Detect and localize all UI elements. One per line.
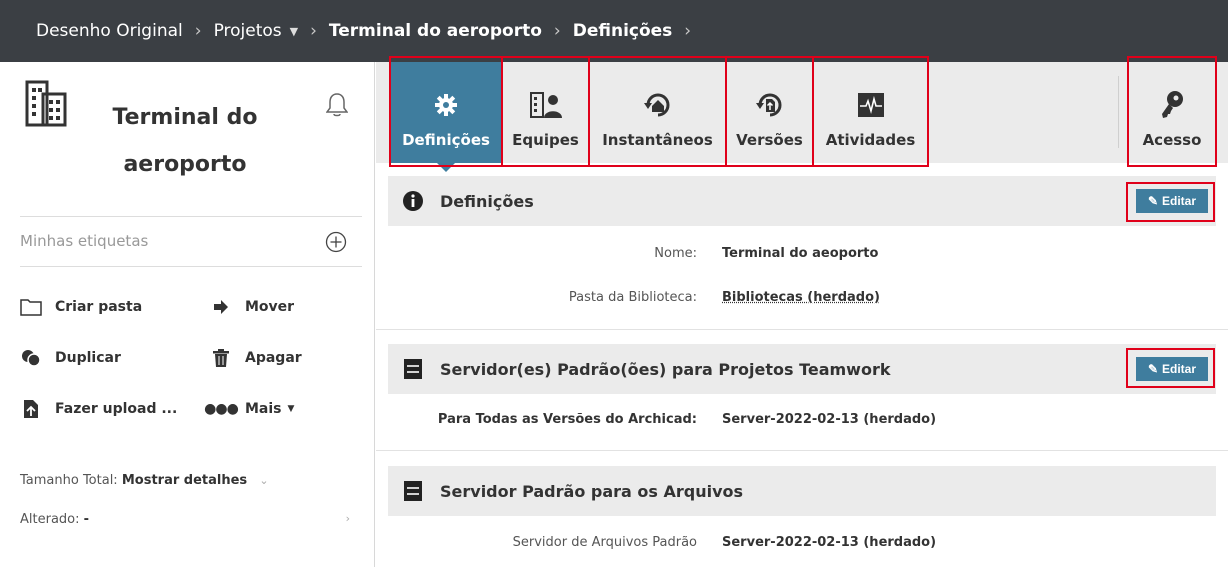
- tab-teams[interactable]: Equipes: [503, 62, 588, 163]
- tags-input[interactable]: Minhas etiquetas: [20, 232, 148, 250]
- delete-label: Apagar: [245, 350, 302, 366]
- servers-section-header: Servidor(es) Padrão(ões) para Projetos T…: [388, 344, 1216, 394]
- edit-label: Editar: [1162, 194, 1197, 208]
- tab-versions-label: Versões: [736, 131, 803, 149]
- chevron-right-icon: ›: [194, 21, 202, 41]
- more-button[interactable]: ●●● Mais ▼: [204, 398, 295, 420]
- server-icon: [402, 359, 424, 379]
- delete-button[interactable]: Apagar: [210, 347, 302, 369]
- edit-settings-button[interactable]: ✎ Editar: [1136, 189, 1208, 213]
- create-folder-button[interactable]: Criar pasta: [20, 296, 142, 318]
- all-versions-value: Server-2022-02-13 (herdado): [722, 412, 937, 427]
- file-server-section-header: Servidor Padrão para os Arquivos: [388, 466, 1216, 516]
- key-icon: [1159, 89, 1185, 121]
- divider: [20, 266, 362, 267]
- edit-servers-button[interactable]: ✎ Editar: [1136, 357, 1208, 381]
- breadcrumb: Desenho Original › Projetos ▼ › Terminal…: [0, 0, 1228, 62]
- snapshot-history-icon: [643, 89, 673, 121]
- tab-access-label: Acesso: [1142, 131, 1202, 149]
- changed-label: Alterado:: [20, 512, 80, 527]
- edit-label: Editar: [1162, 362, 1197, 376]
- tab-versions[interactable]: Versões: [727, 62, 812, 163]
- servers-section-title: Servidor(es) Padrão(ões) para Projetos T…: [440, 359, 891, 379]
- name-value: Terminal do aeoporto: [722, 246, 879, 261]
- add-tag-icon[interactable]: [325, 231, 347, 257]
- chevron-right-icon: ›: [345, 512, 350, 525]
- tab-snapshots[interactable]: Instantâneos: [590, 62, 725, 163]
- settings-section-title: Definições: [440, 191, 534, 211]
- duplicate-button[interactable]: Duplicar: [20, 347, 121, 369]
- project-title-line2: aeroporto: [123, 152, 247, 177]
- more-label: Mais: [245, 401, 282, 417]
- breadcrumb-item-projects[interactable]: Projetos: [214, 21, 282, 41]
- library-value-link[interactable]: Bibliotecas (herdado): [722, 290, 880, 305]
- default-file-server-value: Server-2022-02-13 (herdado): [722, 535, 937, 550]
- upload-label: Fazer upload ...: [55, 401, 178, 417]
- bell-icon[interactable]: [325, 92, 349, 122]
- divider: [376, 450, 1228, 451]
- project-title-line1: Terminal do: [112, 105, 258, 130]
- name-label: Nome:: [654, 246, 697, 261]
- server-icon: [402, 481, 424, 501]
- pencil-icon: ✎: [1147, 194, 1159, 208]
- changed-value: -: [83, 512, 90, 527]
- caret-down-icon: ▼: [287, 404, 295, 414]
- show-details-link[interactable]: Mostrar detalhes: [122, 473, 247, 488]
- upload-button[interactable]: Fazer upload ...: [20, 398, 177, 420]
- tab-activities[interactable]: Atividades: [814, 62, 927, 163]
- move-button[interactable]: Mover: [210, 296, 294, 318]
- arrow-right-icon: [210, 296, 232, 318]
- info-icon: [402, 191, 424, 211]
- file-server-section-title: Servidor Padrão para os Arquivos: [440, 481, 744, 501]
- tab-settings[interactable]: Definições: [391, 62, 501, 172]
- default-file-server-label: Servidor de Arquivos Padrão: [512, 535, 697, 550]
- caret-down-icon[interactable]: ▼: [290, 25, 298, 38]
- move-label: Mover: [245, 299, 295, 315]
- breadcrumb-item-settings: Definições: [572, 21, 673, 41]
- chevron-down-icon[interactable]: ⌄: [259, 474, 268, 487]
- duplicate-icon: [20, 347, 42, 369]
- chevron-right-icon: ›: [553, 21, 561, 41]
- tab-settings-label: Definições: [402, 131, 490, 149]
- folder-icon: [20, 296, 42, 318]
- tab-access[interactable]: Acesso: [1130, 62, 1214, 163]
- pencil-icon: ✎: [1147, 362, 1159, 376]
- team-building-icon: [529, 89, 563, 121]
- all-versions-label: Para Todas as Versões do Archicad:: [437, 412, 697, 427]
- tab-teams-label: Equipes: [512, 131, 579, 149]
- divider: [376, 329, 1228, 330]
- more-dots-icon: ●●●: [204, 401, 239, 417]
- breadcrumb-item-original[interactable]: Desenho Original: [36, 21, 183, 41]
- changed-row[interactable]: Alterado: - ›: [20, 512, 350, 527]
- breadcrumb-item-project[interactable]: Terminal do aeroporto: [329, 21, 542, 41]
- version-history-icon: [755, 89, 785, 121]
- activity-monitor-icon: [857, 89, 885, 121]
- divider: [20, 216, 362, 217]
- divider: [1118, 76, 1119, 148]
- gear-icon: [435, 89, 457, 121]
- chevron-right-icon: ›: [684, 21, 692, 41]
- create-folder-label: Criar pasta: [55, 299, 143, 315]
- upload-icon: [20, 398, 42, 420]
- tab-snapshots-label: Instantâneos: [602, 131, 713, 149]
- settings-section-header: Definições ✎ Editar: [388, 176, 1216, 226]
- library-label: Pasta da Biblioteca:: [568, 290, 697, 305]
- tab-activities-label: Atividades: [825, 131, 916, 149]
- chevron-right-icon: ›: [310, 21, 317, 41]
- total-size: Tamanho Total: Mostrar detalhes ⌄: [20, 473, 269, 488]
- trash-icon: [210, 347, 232, 369]
- total-size-label: Tamanho Total:: [20, 473, 118, 488]
- duplicate-label: Duplicar: [55, 350, 121, 366]
